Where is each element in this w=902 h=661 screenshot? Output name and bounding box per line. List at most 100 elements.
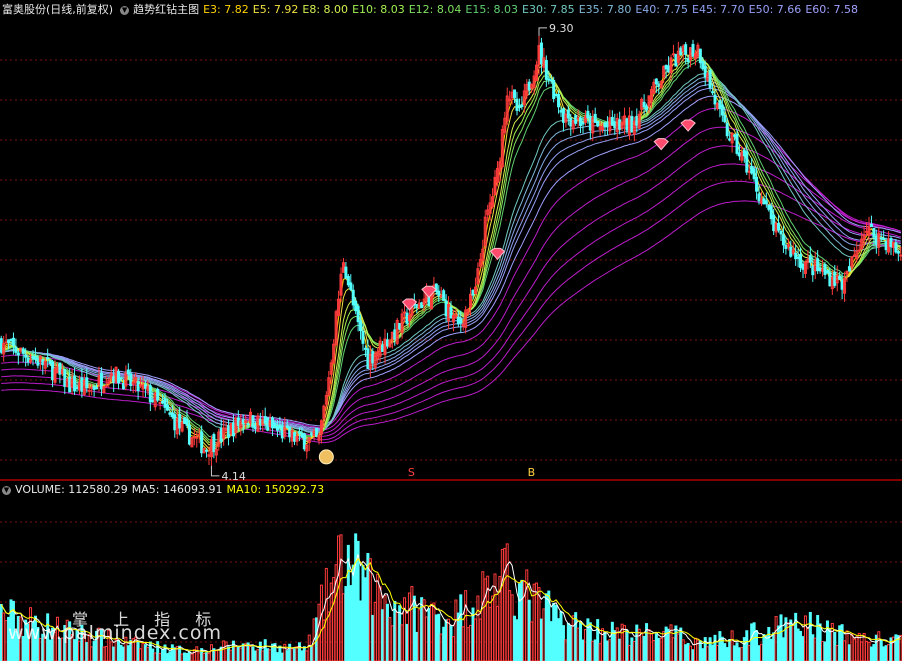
volume-bar: [473, 618, 477, 661]
money-bag-icon: [318, 449, 334, 465]
volume-bar: [92, 640, 96, 661]
volume-bar: [192, 649, 196, 661]
candle-body: [46, 357, 50, 360]
candle-body: [346, 275, 350, 286]
candle-body: [789, 246, 793, 257]
volume-bar: [561, 625, 565, 661]
volume-bar: [835, 644, 839, 661]
volume-bar: [500, 548, 504, 661]
candle-body: [356, 305, 360, 323]
candle-body: [197, 433, 201, 436]
volume-bar: [476, 595, 480, 661]
volume-bar: [381, 609, 385, 661]
volume-bar: [307, 634, 311, 661]
candle-body: [825, 270, 829, 274]
candle-body: [117, 371, 121, 384]
candle-body: [444, 300, 448, 317]
candle-body: [852, 254, 856, 257]
candle-body: [126, 369, 130, 375]
candle-body: [593, 113, 597, 123]
volume-bar: [437, 613, 441, 661]
candle-body: [271, 417, 275, 429]
candle-body: [603, 122, 607, 128]
candle-body: [92, 386, 96, 390]
volume-bar: [190, 653, 194, 661]
candle-body: [26, 357, 30, 363]
volume-bar: [195, 646, 199, 661]
stock-title[interactable]: 富奥股份(日线,前复权): [2, 3, 113, 16]
candle-body: [278, 424, 282, 429]
ema-readout: E30: 7.85: [522, 3, 575, 16]
volume-bar: [750, 623, 754, 661]
candle-body: [557, 94, 561, 108]
dropdown-icon[interactable]: ▼: [120, 5, 130, 15]
volume-bar: [642, 635, 646, 661]
candle-body: [297, 431, 301, 434]
candle-body: [889, 238, 893, 248]
candle-body: [811, 265, 815, 276]
volume-bar: [742, 637, 746, 661]
candle-body: [588, 116, 592, 131]
volume-bar: [121, 646, 125, 661]
candle-body: [517, 105, 521, 108]
candle-body: [227, 425, 231, 438]
volume-bar: [104, 645, 108, 661]
volume-bar: [180, 653, 184, 661]
volume-bar: [737, 647, 741, 661]
candle-body: [415, 303, 419, 309]
indicator-title[interactable]: 趋势红钻主图: [133, 3, 199, 16]
candle-body: [33, 356, 37, 360]
stock-chart[interactable]: 9.30 4.14 S B: [0, 0, 902, 661]
volume-bar: [280, 652, 284, 661]
volume-bar: [515, 619, 519, 661]
candle-body: [461, 324, 465, 327]
volume-bar: [439, 633, 443, 661]
volume-bar: [112, 646, 116, 661]
candle-body: [310, 432, 314, 436]
candle-body: [263, 416, 267, 424]
candle-body: [747, 170, 751, 173]
candle-body: [764, 200, 768, 205]
volume-bar: [197, 652, 201, 661]
volume-bar: [576, 627, 580, 661]
candle-body: [613, 121, 617, 129]
volume-bar: [429, 603, 433, 661]
volume-bar: [288, 643, 292, 661]
volume-bar: [711, 644, 715, 661]
candle-body: [703, 65, 707, 78]
volume-bar: [363, 577, 367, 661]
candle-body: [7, 339, 11, 344]
volume-bar: [796, 628, 800, 661]
candle-body: [459, 318, 463, 324]
candle-body: [68, 376, 72, 393]
candle-body: [185, 419, 189, 426]
volume-bar: [151, 648, 155, 661]
candle-body: [823, 264, 827, 275]
volume-bar: [239, 647, 243, 661]
candle-body: [799, 254, 803, 268]
volume-bar: [185, 652, 189, 661]
volume-bar: [405, 623, 409, 661]
volume-bar: [884, 645, 888, 661]
volume-bar: [300, 650, 304, 661]
volume-bar: [371, 614, 375, 661]
dropdown-icon[interactable]: ▼: [2, 485, 11, 495]
volume-bar: [654, 633, 658, 661]
candle-body: [95, 387, 99, 390]
candle-body: [302, 433, 306, 450]
candle-body: [251, 415, 255, 428]
volume-bar: [359, 600, 363, 661]
volume-bar: [513, 615, 517, 661]
volume-bar: [224, 641, 228, 661]
volume-bar: [566, 622, 570, 661]
candle-body: [168, 412, 172, 415]
candle-body: [645, 105, 649, 111]
volume-bar: [706, 646, 710, 661]
candle-body: [437, 290, 441, 297]
volume-bar: [850, 633, 854, 661]
ema-readout: E45: 7.70: [692, 3, 745, 16]
candle-body: [625, 118, 629, 131]
volume-bar: [205, 652, 209, 661]
candle-body: [654, 78, 658, 85]
volume-bar: [302, 646, 306, 661]
